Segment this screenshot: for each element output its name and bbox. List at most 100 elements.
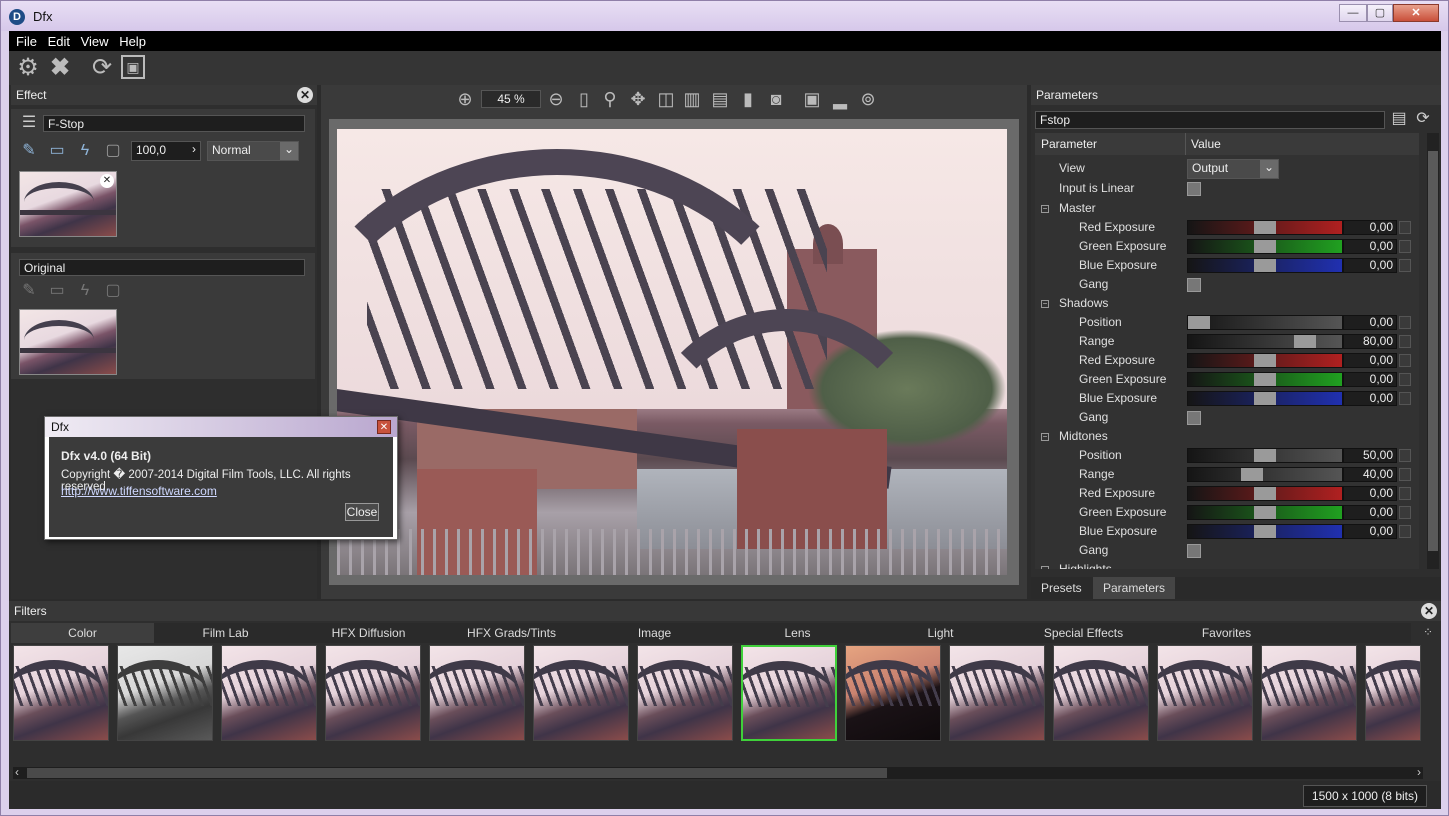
filter-tab-hfx-diffusion[interactable]: HFX Diffusion <box>297 623 440 643</box>
filter-item[interactable]: Black and White <box>117 645 213 741</box>
slider-knob[interactable] <box>1254 506 1276 519</box>
collapse-group-icon[interactable]: − <box>1041 300 1049 308</box>
param-slider[interactable] <box>1187 239 1343 254</box>
filter-item[interactable]: Ozone <box>1365 645 1421 741</box>
param-slider[interactable] <box>1187 258 1343 273</box>
slider-knob[interactable] <box>1254 525 1276 538</box>
slider-knob[interactable] <box>1254 392 1276 405</box>
original-thumbnail[interactable] <box>19 309 117 375</box>
remove-effect-icon[interactable]: ✕ <box>100 174 114 188</box>
opacity-arrow-icon[interactable]: › <box>192 142 196 156</box>
monitor-icon[interactable]: ▭ <box>47 141 67 161</box>
slider-knob[interactable] <box>1254 221 1276 234</box>
param-group-midtones[interactable]: − Midtones <box>1035 427 1419 446</box>
param-slider[interactable] <box>1187 372 1343 387</box>
param-reset-button[interactable] <box>1399 373 1411 386</box>
split-vertical-icon[interactable]: ◫ <box>655 88 677 110</box>
param-slider[interactable] <box>1187 391 1343 406</box>
filter-item[interactable]: Auto Adjust <box>13 645 109 741</box>
param-slider[interactable] <box>1187 486 1343 501</box>
filter-item[interactable]: Curves <box>325 645 421 741</box>
filter-item[interactable]: Low Contrast <box>1157 645 1253 741</box>
histogram-icon[interactable]: ▂ <box>829 88 851 110</box>
effect-panel-close-icon[interactable]: ✕ <box>297 87 313 103</box>
filter-item[interactable]: Match <box>1261 645 1357 741</box>
parameters-scroll-thumb[interactable] <box>1428 151 1438 551</box>
parameters-scrollbar[interactable] <box>1427 133 1439 569</box>
param-group-shadows[interactable]: − Shadows <box>1035 294 1419 313</box>
param-value-field[interactable]: 0,00 <box>1343 391 1397 406</box>
param-reset-button[interactable] <box>1399 449 1411 462</box>
param-value-field[interactable]: 40,00 <box>1343 467 1397 482</box>
param-value-field[interactable]: 0,00 <box>1343 315 1397 330</box>
effect-name-field[interactable]: F-Stop <box>43 115 305 132</box>
close-window-button[interactable]: ✕ <box>1393 4 1439 22</box>
param-slider[interactable] <box>1187 505 1343 520</box>
param-value-field[interactable]: 0,00 <box>1343 258 1397 273</box>
filter-tab-light[interactable]: Light <box>869 623 1012 643</box>
menu-view[interactable]: View <box>81 34 109 49</box>
filter-tab-hfx-grads-tints[interactable]: HFX Grads/Tints <box>440 623 583 643</box>
slider-knob[interactable] <box>1254 259 1276 272</box>
tab-parameters[interactable]: Parameters <box>1093 577 1176 599</box>
zoom-in-icon[interactable]: ⊕ <box>454 88 476 110</box>
filter-item[interactable]: High Contrast <box>845 645 941 741</box>
about-url-link[interactable]: http://www.tiffensoftware.com <box>61 484 217 498</box>
param-value-field[interactable]: 0,00 <box>1343 505 1397 520</box>
pan-move-icon[interactable]: ✥ <box>627 88 649 110</box>
filter-item[interactable]: Levels <box>1053 645 1149 741</box>
slider-knob[interactable] <box>1254 449 1276 462</box>
about-dialog-close-icon[interactable]: ✕ <box>377 420 391 434</box>
filter-tab-lens[interactable]: Lens <box>726 623 869 643</box>
snapshot-camera-icon[interactable]: ◙ <box>765 88 787 110</box>
maximize-button[interactable]: ▢ <box>1367 4 1393 22</box>
single-view-icon[interactable]: ▮ <box>737 88 759 110</box>
filter-item[interactable]: Enhancing <box>533 645 629 741</box>
effect-thumbnail[interactable]: ✕ <box>19 171 117 237</box>
zoom-field[interactable]: 45 % <box>481 90 541 108</box>
param-value-field[interactable]: 0,00 <box>1343 220 1397 235</box>
param-reset-button[interactable] <box>1399 506 1411 519</box>
image-compare-icon[interactable]: ▣ <box>801 88 823 110</box>
mask-icon[interactable]: ▢ <box>103 141 123 161</box>
param-reset-button[interactable] <box>1399 525 1411 538</box>
param-value-field[interactable]: 0,00 <box>1343 524 1397 539</box>
param-reset-button[interactable] <box>1399 221 1411 234</box>
param-value-field[interactable]: 0,00 <box>1343 353 1397 368</box>
filters-scroll-thumb[interactable] <box>27 768 887 778</box>
param-value-field[interactable]: 50,00 <box>1343 448 1397 463</box>
param-reset-button[interactable] <box>1399 335 1411 348</box>
reset-parameters-icon[interactable]: ⟳ <box>1413 109 1433 129</box>
blend-mode-select[interactable]: Normal ⌄ <box>207 141 299 161</box>
slider-knob[interactable] <box>1188 316 1210 329</box>
filter-item[interactable]: F-Stop <box>741 645 837 741</box>
param-reset-button[interactable] <box>1399 259 1411 272</box>
filter-tab-film-lab[interactable]: Film Lab <box>154 623 297 643</box>
param-slider[interactable] <box>1187 220 1343 235</box>
slider-knob[interactable] <box>1254 240 1276 253</box>
fit-view-icon[interactable]: ▯ <box>573 88 595 110</box>
scroll-left-icon[interactable]: ‹ <box>15 765 19 779</box>
collapse-group-icon[interactable]: − <box>1041 433 1049 441</box>
param-group-master[interactable]: − Master <box>1035 199 1419 218</box>
opacity-field[interactable]: 100,0 › <box>131 141 201 161</box>
param-group-highlights[interactable]: − Highlights <box>1035 560 1419 569</box>
param-slider[interactable] <box>1187 315 1343 330</box>
param-reset-button[interactable] <box>1399 392 1411 405</box>
magnifier-icon[interactable]: ⚲ <box>599 88 621 110</box>
bridge-photo[interactable] <box>337 129 1007 575</box>
slider-knob[interactable] <box>1254 354 1276 367</box>
param-slider[interactable] <box>1187 334 1343 349</box>
split-wipe-icon[interactable]: ▥ <box>681 88 703 110</box>
zoom-picture-icon[interactable]: ⊚ <box>857 88 879 110</box>
lightning-icon[interactable]: ϟ <box>75 141 95 161</box>
param-slider[interactable] <box>1187 524 1343 539</box>
filters-scrollbar[interactable]: ‹ › <box>13 765 1423 779</box>
edit-effect-icon[interactable]: ✎ <box>19 141 39 161</box>
menu-edit[interactable]: Edit <box>48 34 70 49</box>
fit-frame-icon[interactable]: ▣ <box>121 55 145 79</box>
param-reset-button[interactable] <box>1399 354 1411 367</box>
cancel-x-icon[interactable]: ✖ <box>47 55 73 81</box>
filter-item[interactable]: Kelvin <box>949 645 1045 741</box>
param-value-field[interactable]: 0,00 <box>1343 372 1397 387</box>
